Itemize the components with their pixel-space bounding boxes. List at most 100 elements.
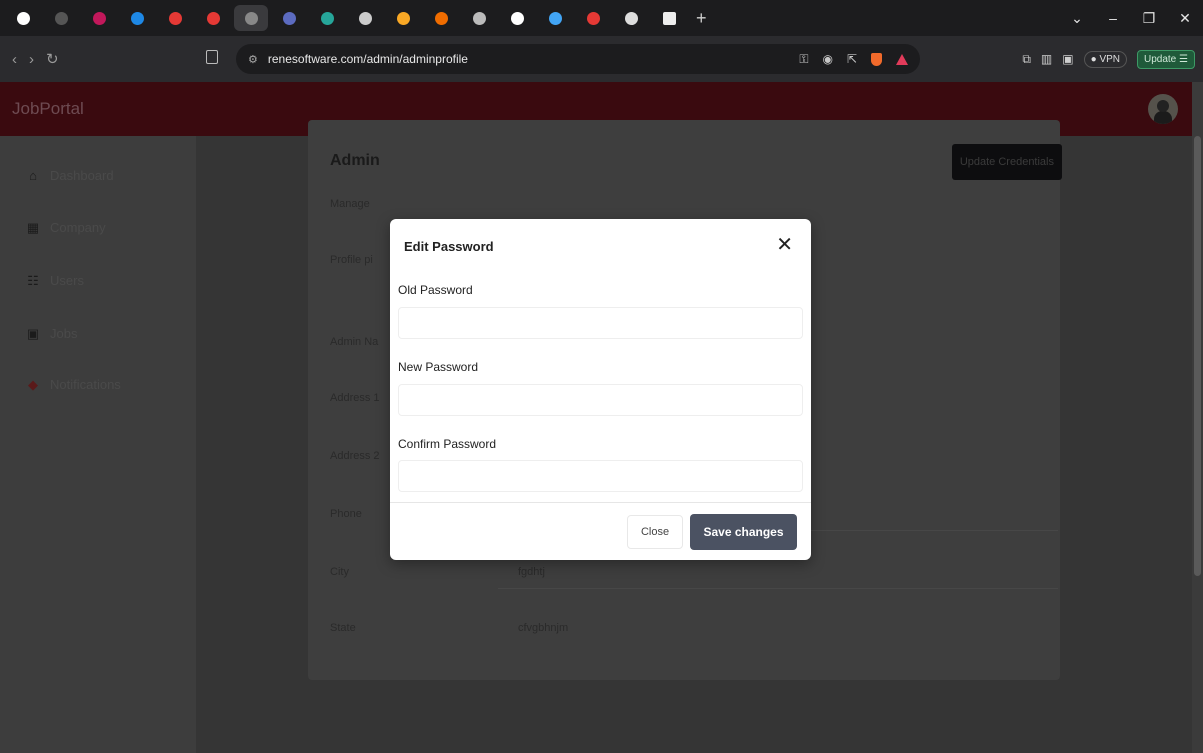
- tab-favicon-icon: [472, 11, 486, 25]
- field-label: Phone: [330, 508, 362, 520]
- field-label: Profile pi: [330, 254, 373, 266]
- tab-favicon-icon: [206, 11, 220, 25]
- new-password-input[interactable]: [398, 384, 803, 416]
- modal-footer-divider: [390, 502, 811, 503]
- modal-title: Edit Password: [404, 239, 494, 254]
- back-icon[interactable]: ‹: [12, 51, 17, 68]
- browser-tab[interactable]: [44, 5, 78, 31]
- browser-tab[interactable]: [158, 5, 192, 31]
- vpn-label: VPN: [1099, 53, 1120, 65]
- browser-tab[interactable]: [120, 5, 154, 31]
- sidebar-icon[interactable]: ▥: [1041, 52, 1052, 66]
- divider: [498, 588, 1058, 589]
- sidebar-item-company[interactable]: ▦ Company: [26, 220, 106, 235]
- field-label: State: [330, 622, 356, 634]
- browser-tab[interactable]: [652, 5, 686, 31]
- brand-logo[interactable]: JobPortal: [12, 99, 84, 119]
- tab-list-icon[interactable]: ⌄: [1059, 10, 1095, 27]
- scrollbar-thumb[interactable]: [1194, 136, 1201, 576]
- page-title: Admin: [330, 152, 380, 169]
- browser-tab[interactable]: [386, 5, 420, 31]
- extensions-icon[interactable]: ⧉: [1022, 52, 1031, 67]
- browser-tab[interactable]: [82, 5, 116, 31]
- update-button[interactable]: Update ☰: [1137, 49, 1195, 69]
- browser-tab[interactable]: [310, 5, 344, 31]
- new-password-label: New Password: [398, 360, 479, 374]
- tab-favicon-icon: [282, 11, 296, 25]
- users-icon: ☷: [27, 273, 39, 288]
- tab-favicon-icon: [662, 11, 676, 25]
- minimize-icon[interactable]: –: [1095, 10, 1131, 26]
- update-credentials-button[interactable]: Update Credentials: [951, 144, 1062, 180]
- reload-icon[interactable]: ↻: [46, 50, 59, 68]
- url-bar-icons: ⚿ ◉ ⇱: [799, 44, 908, 74]
- save-changes-button[interactable]: Save changes: [690, 514, 797, 550]
- tab-favicon-icon: [54, 11, 68, 25]
- share-icon[interactable]: ⇱: [847, 52, 857, 66]
- brave-rewards-icon[interactable]: [896, 53, 908, 65]
- tab-favicon-icon: [396, 11, 410, 25]
- site-settings-icon[interactable]: ⚙: [248, 53, 258, 66]
- sidebar-item-label: Jobs: [50, 326, 78, 341]
- browser-tab[interactable]: [272, 5, 306, 31]
- home-icon: ⌂: [29, 168, 37, 183]
- youtube-icon: [586, 11, 600, 25]
- new-tab-icon[interactable]: +: [696, 8, 707, 29]
- url-text: renesoftware.com/admin/adminprofile: [267, 52, 468, 66]
- browser-tab[interactable]: [500, 5, 534, 31]
- tab-favicon-icon: [434, 11, 448, 25]
- avatar[interactable]: [1148, 94, 1178, 124]
- restore-icon[interactable]: ❐: [1131, 10, 1167, 27]
- vpn-button[interactable]: ● VPN: [1083, 50, 1127, 68]
- wallet-icon[interactable]: ▣: [1062, 52, 1073, 66]
- old-password-label: Old Password: [398, 283, 473, 297]
- browser-tab-active[interactable]: [234, 5, 268, 31]
- location-icon[interactable]: ◉: [822, 52, 832, 66]
- browser-right-tools: ⧉ ▥ ▣ ● VPN Update ☰: [1022, 36, 1195, 82]
- confirm-password-label: Confirm Password: [398, 437, 497, 451]
- page-scrollbar[interactable]: [1192, 82, 1203, 753]
- youtube-icon: [168, 11, 182, 25]
- browser-toolbar: ‹ › ↻ ⚙ renesoftware.com/admin/adminprof…: [0, 36, 1203, 82]
- browser-tab[interactable]: [196, 5, 230, 31]
- city-value: fgdhtj: [518, 566, 545, 578]
- browser-tab[interactable]: [424, 5, 458, 31]
- browser-tab[interactable]: [462, 5, 496, 31]
- sidebar-item-jobs[interactable]: ▣ Jobs: [26, 326, 78, 341]
- address-bar[interactable]: ⚙ renesoftware.com/admin/adminprofile ⚿ …: [236, 44, 920, 74]
- tab-favicon-icon: [16, 11, 30, 25]
- sidebar-item-notifications[interactable]: ◆ Notifications: [26, 377, 121, 392]
- browser-tab[interactable]: [6, 5, 40, 31]
- field-label: Admin Na: [330, 336, 379, 348]
- sidebar-item-dashboard[interactable]: ⌂ Dashboard: [26, 168, 114, 183]
- confirm-password-input[interactable]: [398, 460, 803, 492]
- close-button[interactable]: Close: [627, 515, 683, 549]
- old-password-input[interactable]: [398, 307, 803, 339]
- browser-tab[interactable]: [538, 5, 572, 31]
- browser-tab[interactable]: [348, 5, 382, 31]
- field-label: Address 2: [330, 450, 380, 462]
- tab-favicon-icon: [130, 11, 144, 25]
- sidebar-item-users[interactable]: ☷ Users: [26, 273, 84, 288]
- brave-shield-icon[interactable]: [871, 52, 882, 66]
- sidebar-item-label: Notifications: [50, 377, 121, 392]
- sidebar-item-label: Users: [50, 273, 84, 288]
- company-icon: ▦: [26, 220, 40, 235]
- bookmark-icon[interactable]: [206, 50, 218, 64]
- browser-tab[interactable]: [576, 5, 610, 31]
- tab-favicon-icon: [624, 11, 638, 25]
- tab-favicon-icon: [358, 11, 372, 25]
- tab-favicon-icon: [92, 11, 106, 25]
- state-value: cfvgbhnjm: [518, 622, 569, 634]
- field-label: Address 1: [330, 392, 380, 404]
- close-window-icon[interactable]: ✕: [1167, 10, 1203, 27]
- key-icon[interactable]: ⚿: [799, 52, 808, 67]
- field-label: Manage: [330, 198, 370, 210]
- sidebar: ⌂ Dashboard ▦ Company ☷ Users ▣ Jobs ◆ N…: [0, 136, 196, 753]
- sidebar-item-label: Company: [50, 220, 106, 235]
- update-label: Update: [1144, 53, 1177, 65]
- forward-icon[interactable]: ›: [29, 51, 34, 68]
- close-icon[interactable]: ✕: [776, 235, 793, 255]
- window-controls: ⌄ – ❐ ✕: [1059, 0, 1203, 36]
- browser-tab[interactable]: [614, 5, 648, 31]
